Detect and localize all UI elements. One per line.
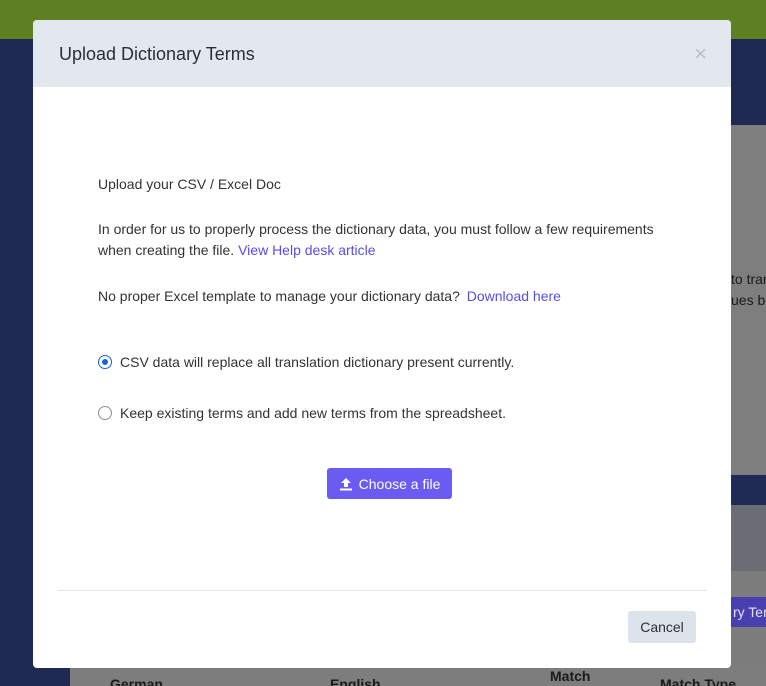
template-paragraph: No proper Excel template to manage your … bbox=[98, 286, 561, 307]
append-option[interactable]: Keep existing terms and add new terms fr… bbox=[98, 405, 506, 421]
background-text: ues b bbox=[731, 292, 766, 308]
column-header: German bbox=[110, 676, 163, 686]
footer-divider bbox=[58, 590, 707, 591]
column-header: Match Type bbox=[660, 676, 736, 686]
upload-dictionary-modal: Upload Dictionary Terms × Upload your CS… bbox=[33, 20, 731, 668]
modal-header: Upload Dictionary Terms × bbox=[33, 20, 731, 87]
background-text: to tran bbox=[731, 271, 766, 287]
cancel-button[interactable]: Cancel bbox=[628, 611, 696, 643]
close-icon[interactable]: × bbox=[694, 43, 707, 65]
background-header-bar bbox=[731, 475, 766, 505]
template-text: No proper Excel template to manage your … bbox=[98, 288, 460, 304]
replace-option-label: CSV data will replace all translation di… bbox=[120, 354, 515, 370]
append-radio[interactable] bbox=[98, 406, 112, 420]
background-strip bbox=[731, 505, 766, 571]
choose-file-button[interactable]: Choose a file bbox=[327, 468, 452, 499]
download-template-link[interactable]: Download here bbox=[467, 288, 561, 304]
replace-option[interactable]: CSV data will replace all translation di… bbox=[98, 354, 514, 370]
choose-file-label: Choose a file bbox=[358, 475, 441, 492]
upload-heading: Upload your CSV / Excel Doc bbox=[98, 176, 281, 192]
requirements-paragraph: In order for us to properly process the … bbox=[98, 219, 678, 261]
help-desk-link[interactable]: View Help desk article bbox=[238, 242, 375, 258]
replace-radio[interactable] bbox=[98, 355, 112, 369]
append-option-label: Keep existing terms and add new terms fr… bbox=[120, 405, 506, 421]
column-header: Match bbox=[550, 668, 591, 684]
upload-icon bbox=[339, 477, 352, 490]
background-button: ry Ter bbox=[731, 597, 766, 627]
modal-title: Upload Dictionary Terms bbox=[59, 44, 255, 64]
column-header: English bbox=[330, 676, 381, 686]
